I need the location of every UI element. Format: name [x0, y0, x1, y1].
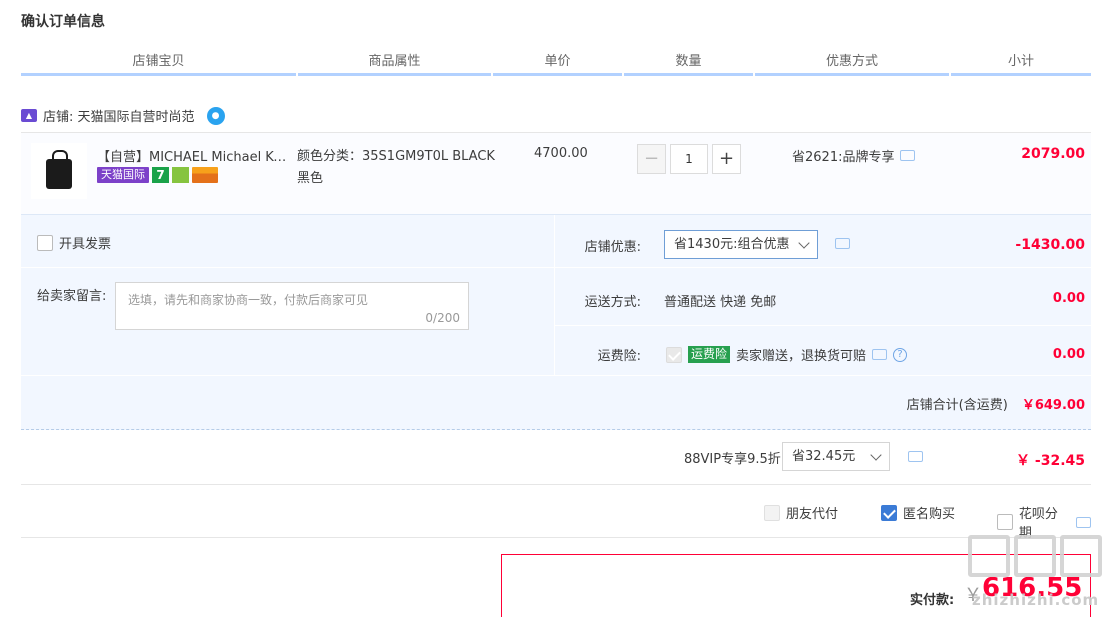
shop-discount-selected: 省1430元:组合优惠	[674, 237, 790, 252]
watermark-glyph-icon	[968, 535, 1010, 577]
help-question-icon[interactable]: ?	[893, 347, 908, 362]
huabei-checkbox[interactable]	[997, 514, 1013, 530]
chevron-down-icon	[798, 237, 810, 249]
column-header-shop-item: 店铺宝贝	[21, 52, 296, 76]
shipping-value: 0.00	[1052, 291, 1085, 306]
quantity-decrease-button[interactable]: −	[637, 144, 666, 174]
tmall-intl-badge: 天猫国际	[97, 167, 149, 183]
shop-discount-label: 店铺优惠:	[584, 240, 641, 255]
vip-discount-select[interactable]: 省32.45元	[782, 442, 890, 471]
anonymous-purchase-label: 匿名购买	[903, 507, 956, 522]
column-header-quantity: 数量	[624, 52, 753, 76]
wangwang-chat-icon[interactable]: ●	[206, 106, 225, 125]
shop-total-label: 店铺合计(含运费)	[906, 398, 1008, 413]
shop-name[interactable]: 店铺: 天猫国际自营时尚范	[43, 106, 195, 125]
shipping-insurance: 运费险 卖家赠送，退换货可赔 ?	[666, 345, 908, 364]
insurance-text: 卖家赠送，退换货可赔	[736, 349, 867, 364]
friend-pay-label: 朋友代付	[786, 507, 839, 522]
panel-divider	[554, 215, 555, 375]
product-badges: 天猫国际 7	[97, 167, 218, 183]
friend-pay-option[interactable]: 朋友代付	[764, 503, 838, 522]
watermark-glyph-icon	[1060, 535, 1102, 577]
chevron-down-icon	[870, 449, 882, 461]
attr-color-category: 颜色分类：35S1GM9T0L BLACK	[297, 149, 495, 164]
insurance-checkbox	[666, 346, 682, 363]
seller-message-input[interactable]: 选填，请先和商家协商一致，付款后商家可见 0/200	[115, 282, 469, 330]
shipping-label: 运送方式:	[584, 295, 641, 310]
comment-icon[interactable]	[908, 451, 923, 462]
panel-divider-h1	[21, 267, 554, 268]
bag-image-icon	[46, 150, 72, 189]
message-char-count: 0/200	[425, 311, 460, 325]
product-thumbnail[interactable]	[31, 143, 87, 199]
shop-total-value: ￥649.00	[1021, 398, 1085, 413]
unit-price: 4700.00	[534, 146, 588, 161]
seven-day-return-badge: 7	[152, 167, 169, 183]
vip-discount-row: 88VIP专享9.5折 省32.45元 ￥ -32.45	[21, 430, 1091, 485]
guarantee-badge-icon	[172, 167, 189, 183]
invoice-option[interactable]: 开具发票	[37, 233, 111, 252]
comment-icon[interactable]	[872, 349, 888, 360]
promotion-text: 省2621:品牌专享	[792, 150, 895, 165]
payment-label: 实付款:	[910, 593, 955, 608]
column-header-subtotal: 小计	[951, 52, 1091, 76]
comment-icon[interactable]	[835, 238, 850, 249]
insurance-value: 0.00	[1052, 347, 1085, 362]
invoice-checkbox[interactable]	[37, 234, 53, 251]
watermark-text: zhizhizhi.com	[972, 591, 1100, 609]
column-headers: 店铺宝贝 商品属性 单价 数量 优惠方式 小计	[21, 52, 1091, 76]
order-details-panel: 开具发票 给卖家留言: 选填，请先和商家协商一致，付款后商家可见 0/200 店…	[21, 214, 1091, 430]
shop-total: 店铺合计(含运费) ￥649.00	[907, 394, 1085, 413]
quantity-stepper: − 1 +	[637, 144, 741, 174]
panel-divider-h3	[554, 325, 1091, 326]
message-label: 给卖家留言:	[37, 289, 107, 304]
comment-icon[interactable]	[1076, 516, 1091, 528]
anonymous-purchase-checkbox[interactable]	[881, 504, 897, 521]
panel-divider-h2	[554, 267, 1091, 268]
watermark-glyph-icon	[1014, 535, 1056, 577]
item-subtotal: 2079.00	[1021, 146, 1085, 162]
shop-discount-value: -1430.00	[1015, 237, 1085, 253]
cart-item-row: 【自营】MICHAEL Michael Ko... 天猫国际 7 颜色分类：35…	[21, 132, 1091, 214]
credit-card-badge-icon	[192, 167, 218, 183]
friend-pay-checkbox[interactable]	[764, 504, 780, 521]
shipping-method: 普通配送 快递 免邮	[664, 295, 777, 310]
column-header-unit-price: 单价	[493, 52, 622, 76]
invoice-label: 开具发票	[59, 237, 112, 252]
page-title: 确认订单信息	[21, 14, 105, 30]
message-placeholder: 选填，请先和商家协商一致，付款后商家可见	[128, 293, 369, 307]
vip-discount-selected: 省32.45元	[792, 449, 856, 464]
shop-line: ▲ 店铺: 天猫国际自营时尚范 ●	[21, 106, 225, 125]
product-title[interactable]: 【自营】MICHAEL Michael Ko...	[97, 146, 293, 165]
quantity-input[interactable]: 1	[670, 144, 708, 174]
column-header-attributes: 商品属性	[298, 52, 491, 76]
insurance-label: 运费险:	[597, 349, 641, 364]
product-attributes: 颜色分类：35S1GM9T0L BLACK 黑色	[297, 146, 495, 190]
column-header-discount: 优惠方式	[755, 52, 949, 76]
tmall-icon: ▲	[21, 109, 37, 122]
attr-color-name: 黑色	[297, 171, 324, 186]
panel-divider-h4	[21, 375, 1091, 376]
watermark: zhizhizhi.com	[960, 535, 1110, 615]
shop-discount-select[interactable]: 省1430元:组合优惠	[664, 230, 818, 259]
insurance-badge: 运费险	[688, 346, 731, 363]
comment-icon[interactable]	[900, 150, 916, 161]
item-promotion: 省2621:品牌专享	[792, 146, 916, 165]
payment-options-row: 朋友代付 匿名购买 花呗分期	[21, 485, 1091, 541]
vip-discount-value: ￥ -32.45	[1016, 453, 1085, 469]
quantity-increase-button[interactable]: +	[712, 144, 741, 174]
vip-label: 88VIP专享9.5折	[684, 452, 781, 467]
anonymous-purchase-option[interactable]: 匿名购买	[881, 503, 955, 522]
